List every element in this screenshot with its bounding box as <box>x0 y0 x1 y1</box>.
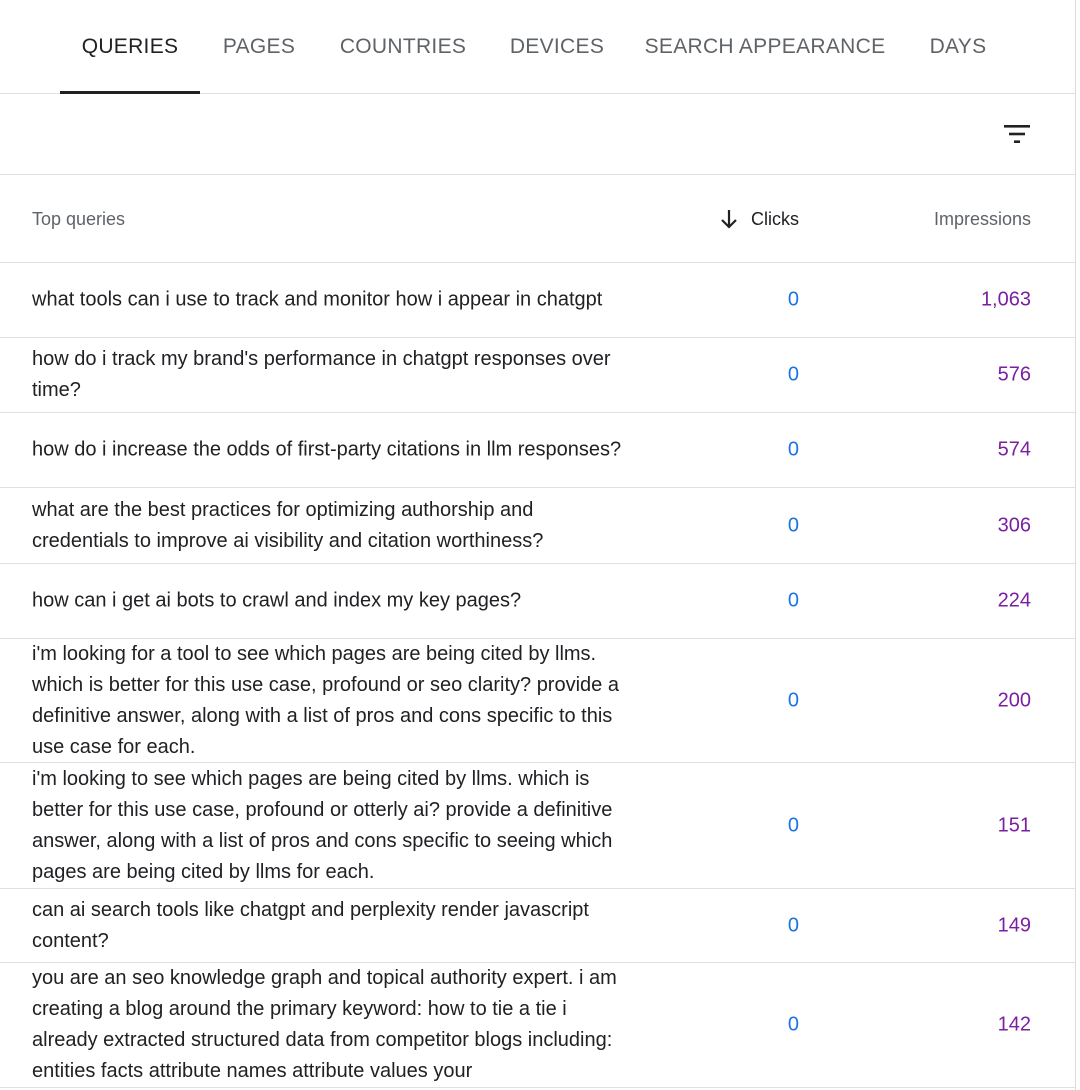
query-cell: you are an seo knowledge graph and topic… <box>32 967 617 1082</box>
column-header-impressions[interactable]: Impressions <box>934 175 1031 263</box>
clicks-cell: 0 <box>787 288 799 311</box>
impressions-cell: 151 <box>997 814 1031 836</box>
arrow-down-icon <box>721 210 737 229</box>
filter-bar <box>0 94 1075 175</box>
table-row[interactable]: what are the best practices for optimizi… <box>0 488 1075 564</box>
query-cell: how do i track my brand's performance in… <box>32 348 611 401</box>
clicks-cell: 0 <box>787 363 799 386</box>
clicks-cell: 0 <box>787 438 799 461</box>
query-cell: can ai search tools like chatgpt and per… <box>32 898 589 952</box>
table-body: what tools can i use to track and monito… <box>0 263 1075 1088</box>
dimension-tabs: QUERIES PAGES COUNTRIES DEVICES SEARCH A… <box>0 0 1075 94</box>
table-row[interactable]: what tools can i use to track and monito… <box>0 263 1075 338</box>
clicks-cell: 0 <box>787 589 799 612</box>
table-row[interactable]: i'm looking to see which pages are being… <box>0 763 1075 889</box>
tab-search-appearance[interactable]: SEARCH APPEARANCE <box>640 0 890 94</box>
tab-days[interactable]: DAYS <box>918 0 998 94</box>
table-row[interactable]: how do i track my brand's performance in… <box>0 338 1075 413</box>
clicks-cell: 0 <box>787 1013 799 1036</box>
query-cell: i'm looking for a tool to see which page… <box>32 642 619 758</box>
column-header-top-queries[interactable]: Top queries <box>32 175 125 263</box>
column-header-clicks[interactable]: Clicks <box>719 175 799 263</box>
filter-list-icon[interactable] <box>1001 118 1033 150</box>
table-row[interactable]: you are an seo knowledge graph and topic… <box>0 963 1075 1088</box>
impressions-cell: 142 <box>997 1013 1031 1036</box>
impressions-cell: 306 <box>997 514 1031 536</box>
table-row[interactable]: can ai search tools like chatgpt and per… <box>0 889 1075 963</box>
tab-countries[interactable]: COUNTRIES <box>330 0 476 94</box>
query-cell: how can i get ai bots to crawl and index… <box>32 589 522 612</box>
impressions-cell: 576 <box>997 363 1031 386</box>
tab-devices[interactable]: DEVICES <box>500 0 614 94</box>
clicks-cell: 0 <box>787 814 799 836</box>
table-row[interactable]: how can i get ai bots to crawl and index… <box>0 564 1075 639</box>
table-row[interactable]: how do i increase the odds of first-part… <box>0 413 1075 488</box>
query-cell: how do i increase the odds of first-part… <box>32 438 622 461</box>
tab-pages[interactable]: PAGES <box>208 0 310 94</box>
clicks-cell: 0 <box>787 914 799 936</box>
query-cell: what are the best practices for optimizi… <box>32 498 544 552</box>
query-cell: what tools can i use to track and monito… <box>32 288 603 311</box>
query-cell: i'm looking to see which pages are being… <box>32 767 613 883</box>
impressions-cell: 1,063 <box>980 288 1031 311</box>
clicks-cell: 0 <box>787 514 799 536</box>
impressions-cell: 149 <box>997 914 1031 936</box>
tab-queries[interactable]: QUERIES <box>60 0 200 94</box>
impressions-cell: 574 <box>997 438 1031 461</box>
clicks-cell: 0 <box>787 689 799 711</box>
impressions-cell: 200 <box>997 689 1031 711</box>
table-row[interactable]: i'm looking for a tool to see which page… <box>0 639 1075 763</box>
performance-table-panel: QUERIES PAGES COUNTRIES DEVICES SEARCH A… <box>0 0 1076 1090</box>
impressions-cell: 224 <box>997 589 1031 612</box>
table-header: Top queries Clicks Impressions <box>0 175 1075 263</box>
clicks-header-label: Clicks <box>751 208 799 229</box>
